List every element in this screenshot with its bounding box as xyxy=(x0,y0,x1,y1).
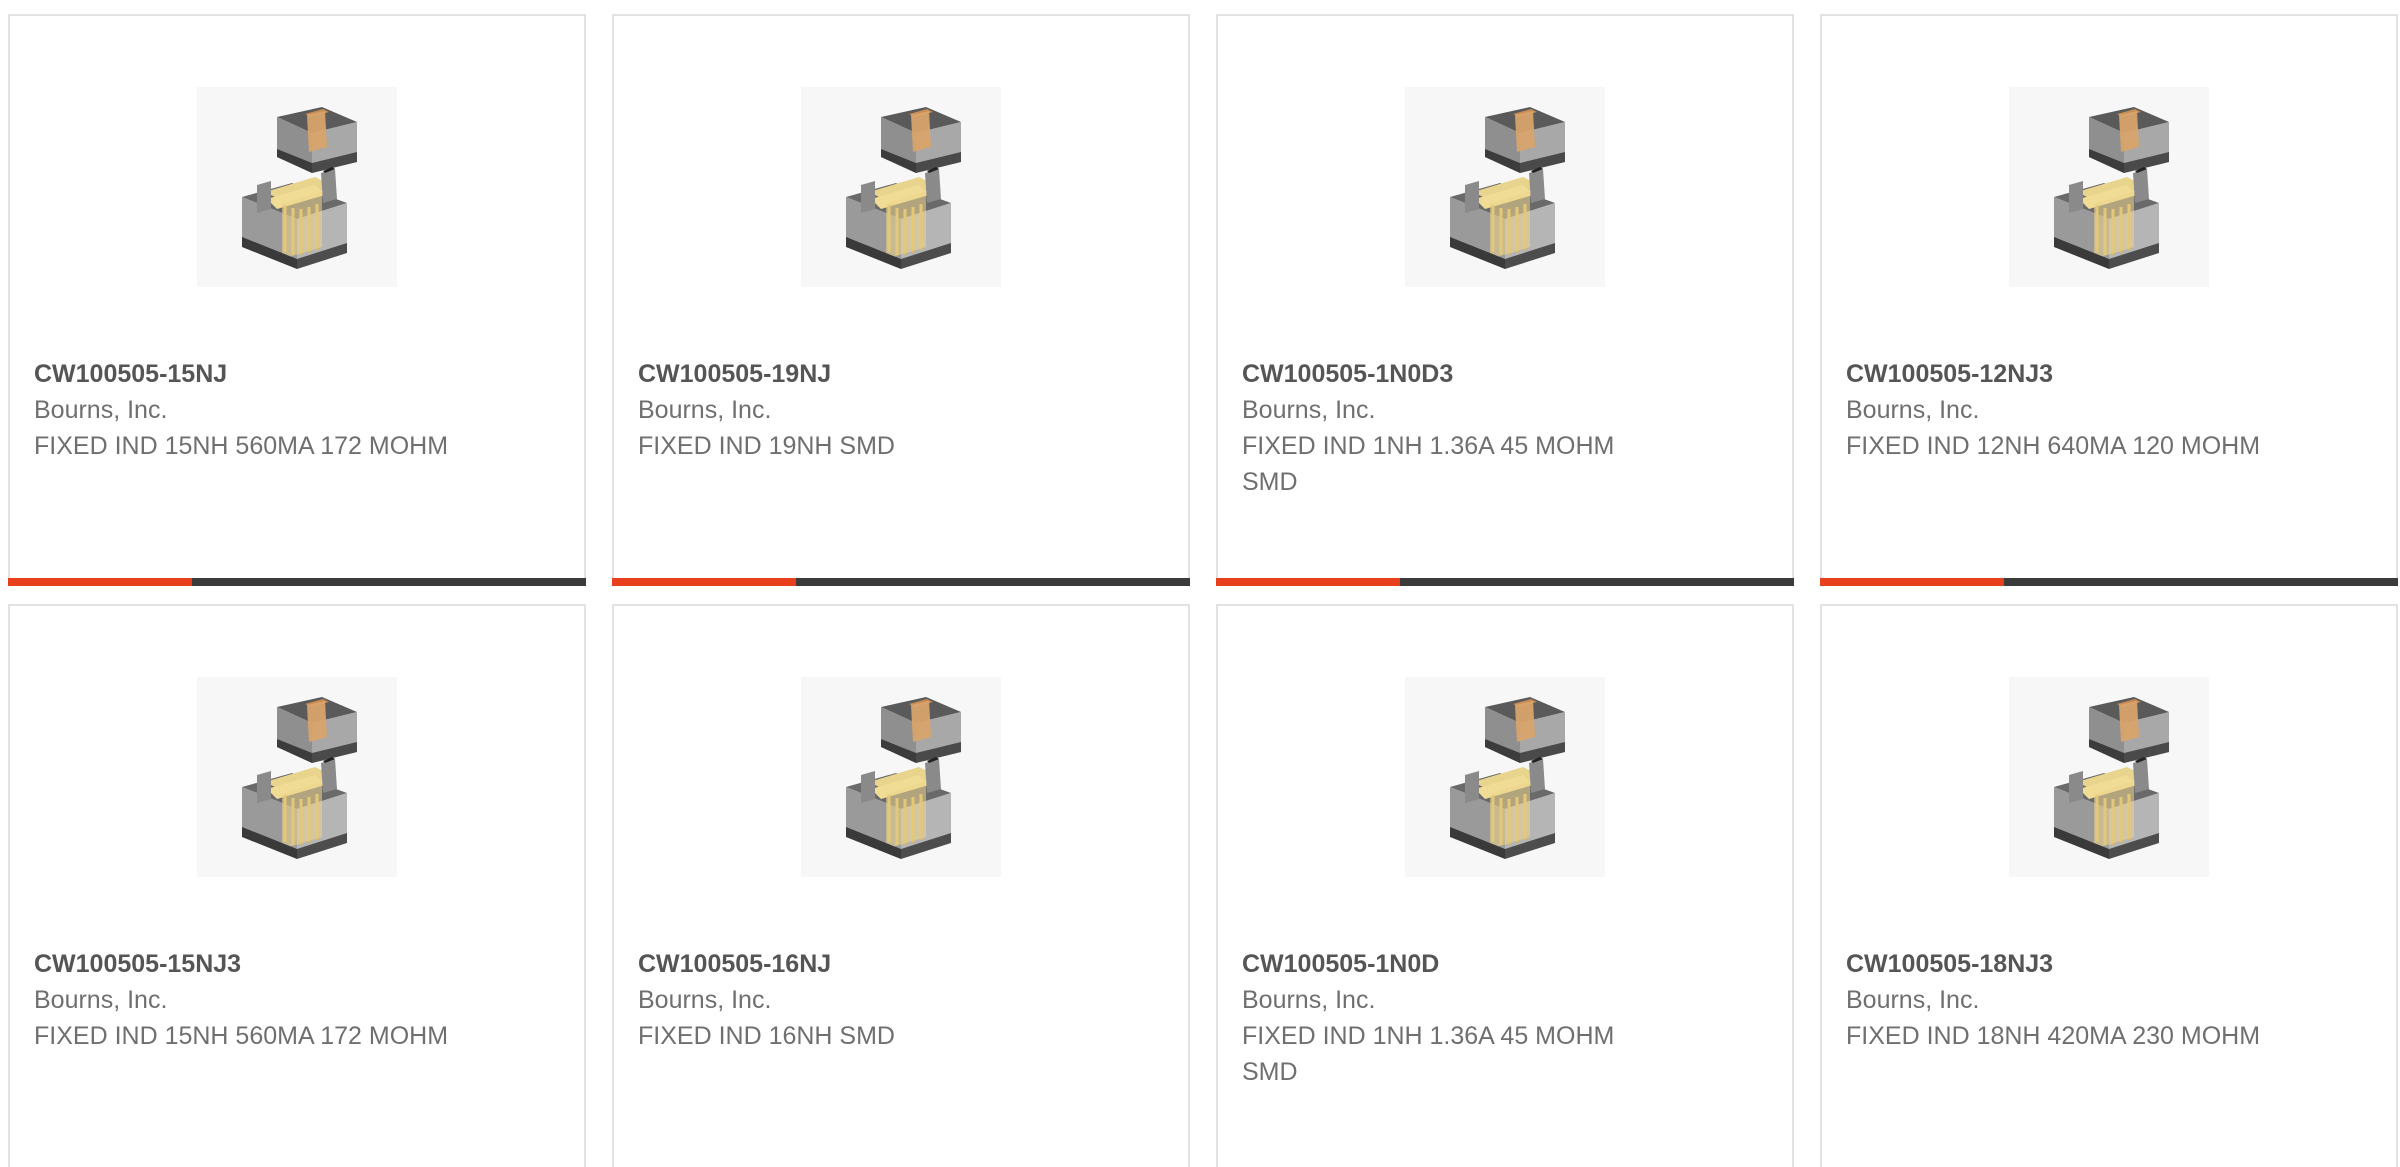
manufacturer-name: Bourns, Inc. xyxy=(34,986,168,1014)
product-description: FIXED IND 15NH 560MA 172 MOHM xyxy=(34,1022,449,1050)
product-description: FIXED IND 16NH SMD xyxy=(638,1022,895,1050)
manufacturer-name: Bourns, Inc. xyxy=(1846,396,1980,424)
card-accent-bar xyxy=(1820,578,2398,586)
manufacturer-name: Bourns, Inc. xyxy=(638,396,772,424)
product-card[interactable]: CW100505-12NJ3 Bourns, Inc. FIXED IND 12… xyxy=(1820,14,2398,586)
product-card[interactable]: CW100505-1N0D Bourns, Inc. FIXED IND 1NH… xyxy=(1216,604,1794,1167)
product-card[interactable]: CW100505-15NJ3 Bourns, Inc. FIXED IND 15… xyxy=(8,604,586,1167)
manufacturer-name: Bourns, Inc. xyxy=(1242,986,1376,1014)
smd-inductor-icon xyxy=(1405,87,1605,287)
part-number-link[interactable]: CW100505-1N0D3 xyxy=(1242,356,1662,392)
smd-inductor-icon xyxy=(1405,677,1605,877)
manufacturer-name: Bourns, Inc. xyxy=(1242,396,1376,424)
manufacturer-name: Bourns, Inc. xyxy=(1846,986,1980,1014)
manufacturer-name: Bourns, Inc. xyxy=(34,396,168,424)
smd-inductor-icon xyxy=(197,87,397,287)
part-number-link[interactable]: CW100505-1N0D xyxy=(1242,946,1662,982)
smd-inductor-icon xyxy=(197,677,397,877)
smd-inductor-icon xyxy=(2009,87,2209,287)
part-number-link[interactable]: CW100505-16NJ xyxy=(638,946,1058,982)
product-card[interactable]: CW100505-19NJ Bourns, Inc. FIXED IND 19N… xyxy=(612,14,1190,586)
product-card[interactable]: CW100505-18NJ3 Bourns, Inc. FIXED IND 18… xyxy=(1820,604,2398,1167)
card-accent-bar xyxy=(8,578,586,586)
card-accent-bar xyxy=(1216,578,1794,586)
part-number-link[interactable]: CW100505-19NJ xyxy=(638,356,1058,392)
product-description: FIXED IND 1NH 1.36A 45 MOHM SMD xyxy=(1242,1022,1615,1086)
product-card[interactable]: CW100505-1N0D3 Bourns, Inc. FIXED IND 1N… xyxy=(1216,14,1794,586)
part-number-link[interactable]: CW100505-15NJ3 xyxy=(34,946,454,982)
part-number-link[interactable]: CW100505-18NJ3 xyxy=(1846,946,2266,982)
card-accent-bar xyxy=(612,578,1190,586)
product-description: FIXED IND 15NH 560MA 172 MOHM xyxy=(34,432,449,460)
product-card[interactable]: CW100505-15NJ Bourns, Inc. FIXED IND 15N… xyxy=(8,14,586,586)
smd-inductor-icon xyxy=(801,677,1001,877)
product-description: FIXED IND 18NH 420MA 230 MOHM xyxy=(1846,1022,2261,1050)
part-number-link[interactable]: CW100505-12NJ3 xyxy=(1846,356,2266,392)
product-card[interactable]: CW100505-16NJ Bourns, Inc. FIXED IND 16N… xyxy=(612,604,1190,1167)
smd-inductor-icon xyxy=(2009,677,2209,877)
product-description: FIXED IND 12NH 640MA 120 MOHM xyxy=(1846,432,2261,460)
product-description: FIXED IND 19NH SMD xyxy=(638,432,895,460)
part-number-link[interactable]: CW100505-15NJ xyxy=(34,356,454,392)
manufacturer-name: Bourns, Inc. xyxy=(638,986,772,1014)
smd-inductor-icon xyxy=(801,87,1001,287)
product-description: FIXED IND 1NH 1.36A 45 MOHM SMD xyxy=(1242,432,1615,496)
product-grid: CW100505-15NJ Bourns, Inc. FIXED IND 15N… xyxy=(0,0,2400,1167)
